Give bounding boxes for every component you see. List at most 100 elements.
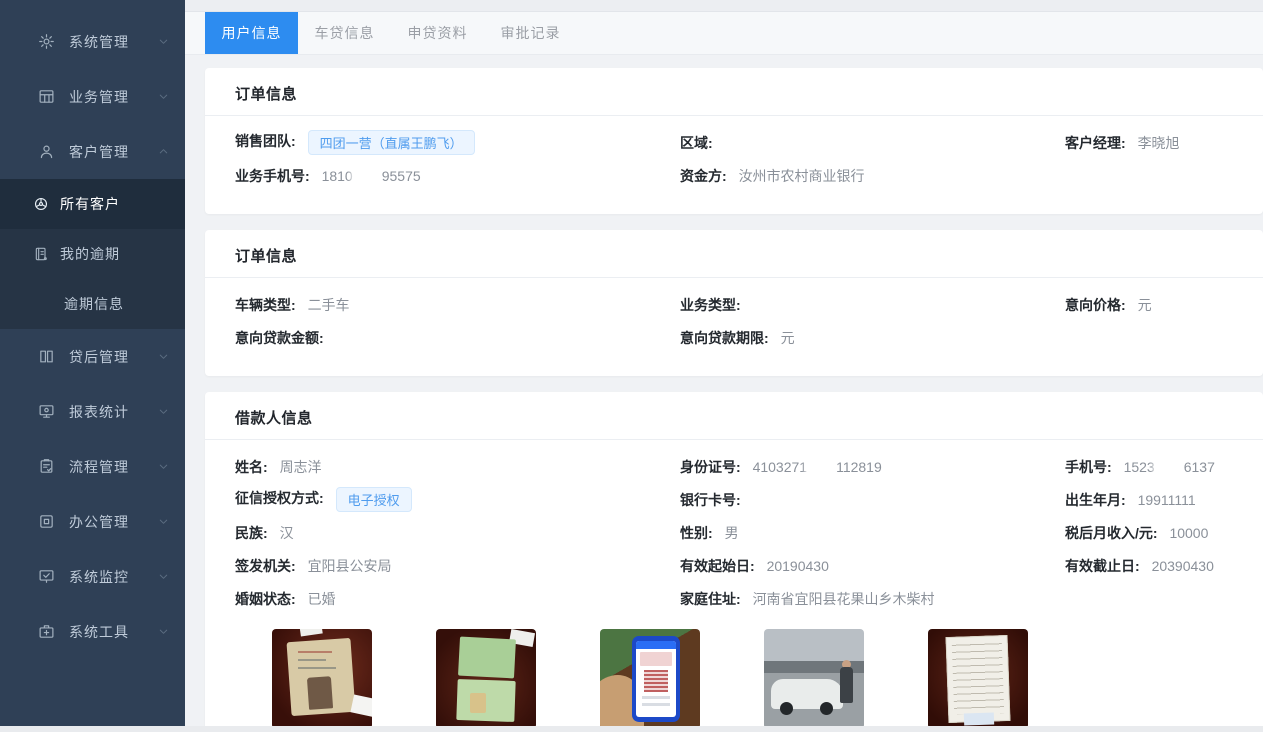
field-valid-to: 有效截止日: 20390430 [1065, 556, 1233, 576]
chevron-down-icon [158, 406, 169, 417]
screen-check-icon [38, 568, 55, 585]
tab-loan-application-docs[interactable]: 申贷资料 [391, 12, 484, 54]
sidebar-item-system-monitor[interactable]: 系统监控 [0, 549, 185, 604]
sidebar-item-label: 系统管理 [69, 32, 129, 52]
photo-thumbnail[interactable]: 授权码照 [600, 629, 700, 732]
field-name: 姓名: 周志洋 [235, 457, 680, 477]
chevron-down-icon [158, 571, 169, 582]
sales-team-tag[interactable]: 四团一营（直属王鹏飞） [308, 130, 475, 155]
id-card-photo[interactable] [272, 629, 372, 729]
sidebar-item-system-management[interactable]: 系统管理 [0, 14, 185, 69]
photo-thumbnail[interactable]: 身份证照 [272, 629, 372, 732]
book-icon [38, 348, 55, 365]
monitor-icon [38, 403, 55, 420]
sidebar-item-label: 系统工具 [69, 622, 129, 642]
field-account-manager: 客户经理: 李晓旭 [1065, 133, 1233, 153]
field-birth-date: 出生年月: 19911111 [1065, 490, 1233, 510]
field-home-address: 家庭住址: 河南省宜阳县花果山乡木柴村 [680, 589, 1065, 609]
order-info-card-2: 订单信息 车辆类型: 二手车 业务类型: 意向价格: 元 [205, 230, 1263, 376]
field-business-type: 业务类型: [680, 295, 1065, 315]
field-issuing-authority: 签发机关: 宜阳县公安局 [235, 556, 680, 576]
tab-approval-records[interactable]: 审批记录 [484, 12, 577, 54]
card-title: 借款人信息 [235, 410, 313, 427]
credit-auth-tag[interactable]: 电子授权 [336, 487, 412, 512]
steering-wheel-icon [33, 196, 50, 213]
sidebar-item-report-statistics[interactable]: 报表统计 [0, 384, 185, 439]
photo-row: 身份证照 绿本照片 授权码照 [235, 615, 1233, 732]
photo-thumbnail[interactable]: 绿本照片 [436, 629, 536, 732]
sidebar-item-my-overdue[interactable]: 我的逾期 [0, 229, 185, 279]
masked-digits [354, 168, 381, 183]
chevron-down-icon [158, 36, 169, 47]
sidebar-item-overdue-info[interactable]: 逾期信息 [0, 279, 185, 329]
square-icon [38, 513, 55, 530]
sidebar-item-all-customers[interactable]: 所有客户 [0, 179, 185, 229]
person-car-photo[interactable] [764, 629, 864, 729]
sidebar: 系统管理 业务管理 客户管理 所有客户 我的逾期 逾期信息 [0, 0, 185, 732]
sidebar-item-customer-management[interactable]: 客户管理 [0, 124, 185, 179]
green-booklet-photo[interactable] [436, 629, 536, 729]
field-business-phone: 业务手机号: 181095575 [235, 166, 680, 186]
card-title: 订单信息 [235, 248, 297, 265]
sidebar-item-label: 办公管理 [69, 512, 129, 532]
field-ethnicity: 民族: 汉 [235, 523, 680, 543]
sidebar-item-label: 逾期信息 [64, 294, 124, 314]
photo-thumbnail[interactable]: 人车合影 [764, 629, 864, 732]
chevron-down-icon [158, 91, 169, 102]
phone-auth-photo[interactable] [600, 629, 700, 729]
order-info-card-1: 订单信息 销售团队: 四团一营（直属王鹏飞） 区域: 客户经理: 李晓旭 [205, 68, 1263, 214]
field-bank-card: 银行卡号: [680, 490, 1065, 510]
user-icon [38, 143, 55, 160]
tab-bar: 用户信息 车贷信息 申贷资料 审批记录 [185, 12, 1263, 55]
chevron-down-icon [158, 461, 169, 472]
field-sales-team: 销售团队: 四团一营（直属王鹏飞） [235, 130, 680, 155]
top-strip [185, 0, 1263, 12]
field-monthly-income: 税后月收入/元: 10000 [1065, 523, 1233, 543]
chevron-down-icon [158, 626, 169, 637]
sidebar-item-label: 所有客户 [60, 194, 120, 214]
chevron-down-icon [158, 516, 169, 527]
chevron-down-icon [158, 351, 169, 362]
borrower-info-card: 借款人信息 姓名: 周志洋 身份证号: 4103271112819 手机号: 1… [205, 392, 1263, 732]
field-region: 区域: [680, 133, 1065, 153]
field-intent-price: 意向价格: 元 [1065, 295, 1233, 315]
main-content: 用户信息 车贷信息 申贷资料 审批记录 订单信息 销售团队: 四团一营（直属王鹏… [185, 0, 1263, 732]
sidebar-item-office-management[interactable]: 办公管理 [0, 494, 185, 549]
document-photo[interactable] [928, 629, 1028, 729]
content-area: 订单信息 销售团队: 四团一营（直属王鹏飞） 区域: 客户经理: 李晓旭 [185, 55, 1263, 732]
sidebar-item-postloan-management[interactable]: 贷后管理 [0, 329, 185, 384]
field-funder: 资金方: 汝州市农村商业银行 [680, 166, 1065, 186]
sidebar-item-label: 客户管理 [69, 142, 129, 162]
field-id-number: 身份证号: 4103271112819 [680, 457, 1065, 477]
sidebar-item-label: 报表统计 [69, 402, 129, 422]
gear-icon [38, 33, 55, 50]
field-marital-status: 婚姻状态: 已婚 [235, 589, 680, 609]
field-intent-loan-amount: 意向贷款金额: [235, 328, 680, 348]
notebook-icon [33, 246, 50, 263]
masked-digits [1156, 459, 1183, 474]
card-title: 订单信息 [235, 86, 297, 103]
sidebar-item-system-tools[interactable]: 系统工具 [0, 604, 185, 659]
field-valid-from: 有效起始日: 20190430 [680, 556, 1065, 576]
sidebar-item-label: 我的逾期 [60, 244, 120, 264]
tab-user-info[interactable]: 用户信息 [205, 12, 298, 54]
sidebar-item-label: 贷后管理 [69, 347, 129, 367]
field-mobile-phone: 手机号: 15236137 [1065, 457, 1233, 477]
chevron-up-icon [158, 146, 169, 157]
customer-management-submenu: 所有客户 我的逾期 逾期信息 [0, 179, 185, 329]
field-credit-auth-method: 征信授权方式: 电子授权 [235, 487, 680, 512]
sidebar-item-label: 业务管理 [69, 87, 129, 107]
clipboard-icon [38, 458, 55, 475]
photo-thumbnail[interactable]: 材料照片 [928, 629, 1028, 732]
field-intent-loan-term: 意向贷款期限: 元 [680, 328, 1065, 348]
sidebar-item-label: 流程管理 [69, 457, 129, 477]
sidebar-item-process-management[interactable]: 流程管理 [0, 439, 185, 494]
sidebar-item-business-management[interactable]: 业务管理 [0, 69, 185, 124]
field-vehicle-type: 车辆类型: 二手车 [235, 295, 680, 315]
field-gender: 性别: 男 [680, 523, 1065, 543]
masked-digits [808, 459, 835, 474]
tab-car-loan-info[interactable]: 车贷信息 [298, 12, 391, 54]
grid-icon [38, 88, 55, 105]
horizontal-scrollbar[interactable] [0, 726, 1263, 732]
toolbox-icon [38, 623, 55, 640]
